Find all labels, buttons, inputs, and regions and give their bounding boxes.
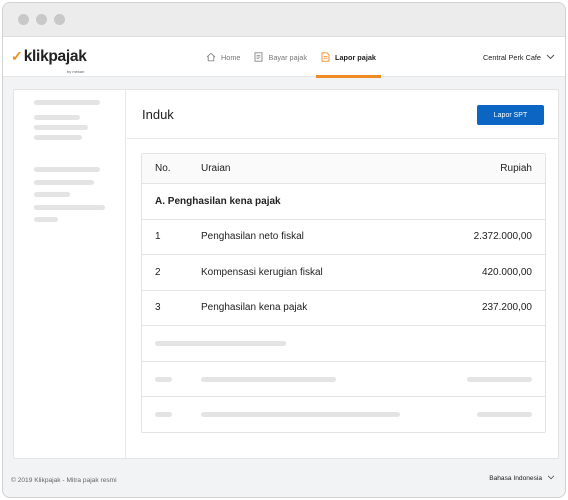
sidebar-placeholder: [34, 192, 70, 197]
footer: © 2019 Klikpajak - Mitra pajak resmi Bah…: [3, 469, 565, 491]
app-logo[interactable]: ✓ klikpajak by mekari: [11, 48, 87, 74]
row-description: Kompensasi kerugian fiskal: [201, 266, 323, 278]
logo-subtext: by mekari: [67, 69, 85, 74]
placeholder-bar: [477, 412, 532, 417]
nav-label-home: Home: [221, 52, 241, 62]
nav-item-lapor-pajak[interactable]: Lapor pajak: [314, 37, 383, 78]
placeholder-bar: [201, 412, 400, 417]
nav-item-bayar-pajak[interactable]: Bayar pajak: [247, 37, 314, 77]
sidebar: [14, 90, 126, 458]
sidebar-placeholder: [34, 125, 88, 130]
content-card: Induk Lapor SPT No. Uraian Rupiah A. Pen…: [13, 89, 559, 459]
column-header-rupiah: Rupiah: [500, 163, 532, 174]
table-row: 1 Penghasilan neto fiskal 2.372.000,00: [142, 218, 545, 255]
placeholder-row: [142, 360, 545, 397]
main-panel: Induk Lapor SPT No. Uraian Rupiah A. Pen…: [127, 90, 558, 458]
chevron-down-icon: [546, 53, 555, 62]
sidebar-placeholder: [34, 135, 82, 140]
section-row: A. Penghasilan kena pajak: [142, 183, 545, 219]
table-header-row: No. Uraian Rupiah: [142, 154, 545, 183]
row-amount: 2.372.000,00: [473, 231, 532, 243]
sidebar-placeholder: [34, 205, 105, 210]
home-icon: [206, 52, 216, 62]
placeholder-bar: [155, 412, 172, 417]
language-label: Bahasa Indonesia: [489, 475, 542, 482]
placeholder-bar: [155, 341, 286, 346]
placeholder-row: [142, 396, 545, 432]
document-icon: [254, 52, 263, 62]
window-minimize-control[interactable]: [36, 14, 47, 25]
table-row: 3 Penghasilan kena pajak 237.200,00: [142, 289, 545, 326]
chevron-down-icon: [547, 475, 555, 482]
row-description: Penghasilan neto fiskal: [201, 231, 304, 243]
window-maximize-control[interactable]: [54, 14, 65, 25]
language-selector[interactable]: Bahasa Indonesia: [489, 475, 555, 482]
row-amount: 420.000,00: [481, 266, 532, 278]
sidebar-placeholder: [34, 100, 100, 105]
tax-table: No. Uraian Rupiah A. Penghasilan kena pa…: [141, 153, 546, 433]
table-row: 2 Kompensasi kerugian fiskal 420.000,00: [142, 254, 545, 290]
row-number: 3: [155, 302, 161, 314]
report-icon: [321, 52, 330, 62]
placeholder-bar: [155, 376, 172, 382]
footer-copyright: © 2019 Klikpajak - Mitra pajak resmi: [11, 477, 117, 484]
column-header-uraian: Uraian: [201, 163, 231, 174]
browser-window: ✓ klikpajak by mekari Home Bayar pajak L…: [2, 2, 566, 498]
main-nav: Home Bayar pajak Lapor pajak: [199, 37, 383, 78]
row-number: 1: [155, 231, 161, 243]
column-header-no: No.: [155, 163, 171, 174]
logo-text: klikpajak: [23, 48, 87, 65]
window-titlebar: [3, 3, 565, 37]
sidebar-placeholder: [34, 180, 94, 185]
row-description: Penghasilan kena pajak: [201, 302, 308, 314]
nav-label-lapor-pajak: Lapor pajak: [335, 52, 376, 62]
company-switcher[interactable]: Central Perk Cafe: [483, 37, 555, 77]
page-title: Induk: [142, 107, 174, 122]
placeholder-row: [142, 325, 545, 361]
lapor-spt-button[interactable]: Lapor SPT: [477, 105, 544, 125]
sidebar-placeholder: [34, 167, 100, 172]
top-navbar: ✓ klikpajak by mekari Home Bayar pajak L…: [3, 37, 565, 78]
window-close-control[interactable]: [18, 14, 29, 25]
row-amount: 237.200,00: [481, 302, 532, 314]
row-number: 2: [155, 266, 161, 278]
placeholder-bar: [201, 376, 336, 382]
section-title: A. Penghasilan kena pajak: [155, 195, 281, 207]
nav-item-home[interactable]: Home: [199, 37, 247, 77]
sidebar-placeholder: [34, 115, 80, 120]
header-divider: [127, 138, 558, 139]
company-name: Central Perk Cafe: [483, 52, 541, 62]
nav-label-bayar-pajak: Bayar pajak: [268, 52, 308, 62]
sidebar-placeholder: [34, 217, 58, 222]
logo-mark: ✓: [11, 48, 23, 64]
placeholder-bar: [467, 376, 532, 382]
